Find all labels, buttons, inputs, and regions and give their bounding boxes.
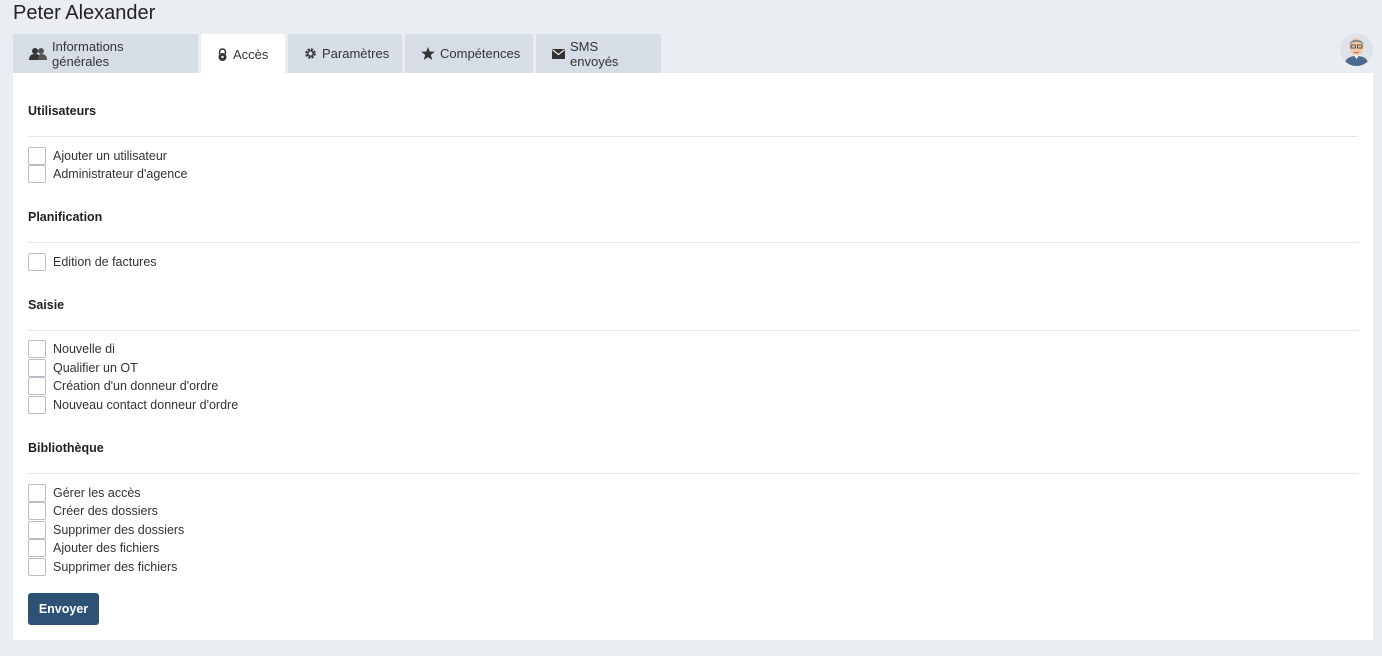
checkbox-row[interactable]: Ajouter des fichiers	[28, 539, 159, 557]
checkbox[interactable]	[28, 558, 46, 576]
checkbox-label: Création d'un donneur d'ordre	[53, 379, 219, 393]
checkbox-row[interactable]: Qualifier un OT	[28, 359, 138, 377]
tab-label: Informations générales	[52, 38, 124, 69]
tab-informations-generales[interactable]: Informations générales	[13, 34, 198, 73]
envelope-icon	[552, 48, 565, 59]
checkbox-row[interactable]: Supprimer des dossiers	[28, 521, 184, 539]
checkbox[interactable]	[28, 165, 46, 183]
checkbox-label: Edition de factures	[53, 255, 157, 269]
tab-label: SMS envoyés	[570, 38, 619, 69]
section-title-utilisateurs: Utilisateurs	[28, 104, 97, 118]
checkbox-row[interactable]: Administrateur d'agence	[28, 165, 187, 183]
checkbox[interactable]	[28, 253, 46, 271]
checkbox-row[interactable]: Nouveau contact donneur d'ordre	[28, 396, 238, 414]
users-icon	[29, 47, 47, 60]
checkbox-label: Qualifier un OT	[53, 361, 138, 375]
checkbox-label: Nouvelle di	[53, 342, 115, 356]
submit-button[interactable]: Envoyer	[28, 593, 99, 625]
checkbox-label: Ajouter des fichiers	[53, 541, 160, 555]
tab-label: Paramètres	[322, 46, 390, 61]
tab-parametres[interactable]: Paramètres	[288, 34, 402, 73]
checkbox-label: Nouveau contact donneur d'ordre	[53, 398, 239, 412]
user-avatar[interactable]	[1340, 33, 1373, 66]
section-title-planification: Planification	[28, 210, 103, 224]
checkbox-row[interactable]: Edition de factures	[28, 253, 157, 271]
checkbox-row[interactable]: Supprimer des fichiers	[28, 558, 177, 576]
access-panel: Utilisateurs Ajouter un utilisateur Admi…	[13, 73, 1373, 640]
divider	[28, 473, 1358, 474]
checkbox-row[interactable]: Création d'un donneur d'ordre	[28, 377, 218, 395]
checkbox-label: Supprimer des dossiers	[53, 523, 185, 537]
tab-label: Compétences	[440, 46, 521, 61]
tab-sms-envoyes[interactable]: SMS envoyés	[536, 34, 661, 73]
tab-acces[interactable]: Accès	[201, 34, 285, 74]
checkbox-label: Gérer les accès	[53, 486, 141, 500]
checkbox[interactable]	[28, 396, 46, 414]
tab-label: Accès	[233, 46, 269, 62]
checkbox[interactable]	[28, 359, 46, 377]
checkbox-row[interactable]: Gérer les accès	[28, 484, 141, 502]
tab-bar: Informations générales Accès Paramètres …	[13, 34, 664, 74]
section-title-bibliotheque: Bibliothèque	[28, 441, 104, 455]
checkbox[interactable]	[28, 521, 46, 539]
divider	[28, 136, 1358, 137]
checkbox-label: Supprimer des fichiers	[53, 560, 178, 574]
section-title-saisie: Saisie	[28, 298, 65, 312]
lock-icon	[217, 47, 228, 61]
checkbox[interactable]	[28, 484, 46, 502]
checkbox-label: Créer des dossiers	[53, 504, 158, 518]
star-icon	[421, 47, 435, 60]
checkbox-row[interactable]: Nouvelle di	[28, 340, 115, 358]
gear-icon	[304, 47, 317, 60]
checkbox[interactable]	[28, 147, 46, 165]
divider	[28, 330, 1358, 331]
checkbox[interactable]	[28, 539, 46, 557]
checkbox-label: Administrateur d'agence	[53, 167, 188, 181]
checkbox-label: Ajouter un utilisateur	[53, 149, 167, 163]
checkbox-row[interactable]: Créer des dossiers	[28, 502, 158, 520]
page-title: Peter Alexander	[13, 2, 156, 24]
divider	[28, 242, 1358, 243]
checkbox[interactable]	[28, 340, 46, 358]
tab-competences[interactable]: Compétences	[405, 34, 533, 73]
checkbox-row[interactable]: Ajouter un utilisateur	[28, 147, 167, 165]
checkbox[interactable]	[28, 502, 46, 520]
checkbox[interactable]	[28, 377, 46, 395]
